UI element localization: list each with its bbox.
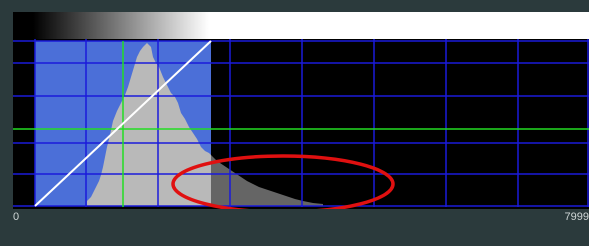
grayscale-gradient-bar [13,12,589,39]
axis-max-label: 7999 [564,211,589,223]
histogram-svg [13,39,589,209]
outside-selection-shade [211,39,589,209]
histogram-panel: 0 7999 [0,0,589,246]
axis-min-label: 0 [13,211,20,223]
histogram-plot-area[interactable] [13,39,589,209]
